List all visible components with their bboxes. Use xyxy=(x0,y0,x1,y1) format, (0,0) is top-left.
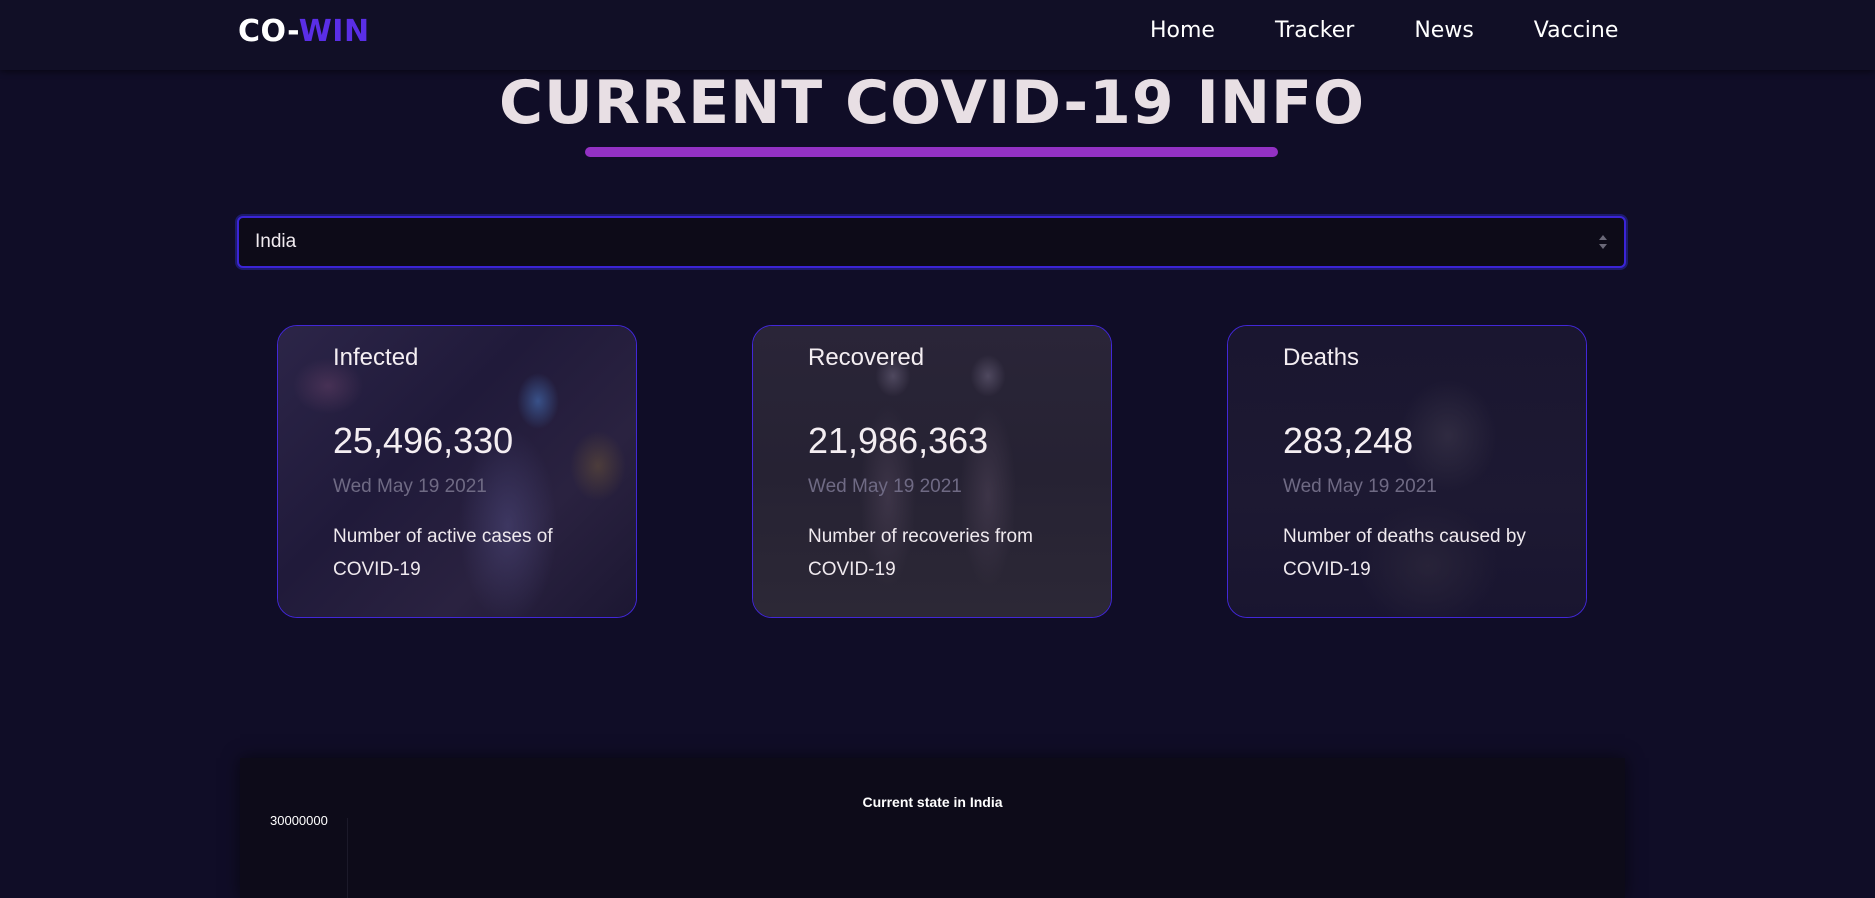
card-description: Number of deaths caused by COVID-19 xyxy=(1283,526,1526,580)
chart-y-axis xyxy=(347,818,348,898)
chart-y-tick-label: 30000000 xyxy=(270,813,328,828)
nav-link-news[interactable]: News xyxy=(1414,18,1473,43)
country-select-value: India xyxy=(255,231,297,252)
chart-title: Current state in India xyxy=(862,794,1003,810)
nav-link-vaccine[interactable]: Vaccine xyxy=(1534,18,1619,43)
card-title: Deaths xyxy=(1283,344,1360,371)
card-infected: Infected 25,496,330 Wed May 19 2021 Numb… xyxy=(277,325,637,618)
nav-links: Home Tracker News Vaccine xyxy=(1150,18,1618,43)
card-value: 283,248 xyxy=(1283,420,1414,461)
nav-link-home[interactable]: Home xyxy=(1150,18,1215,43)
card-description: Number of recoveries from COVID-19 xyxy=(808,526,1033,580)
nav-link-tracker[interactable]: Tracker xyxy=(1275,18,1354,43)
card-description: Number of active cases of COVID-19 xyxy=(333,526,553,580)
card-value: 21,986,363 xyxy=(808,420,989,461)
card-title: Infected xyxy=(333,344,419,371)
country-select[interactable]: India xyxy=(237,216,1626,268)
select-arrows-icon xyxy=(1598,234,1608,250)
brand-logo-part2: WIN xyxy=(298,14,370,49)
title-underline xyxy=(585,147,1278,157)
top-navbar: CO-WIN Home Tracker News Vaccine xyxy=(0,0,1875,70)
card-deaths: Deaths 283,248 Wed May 19 2021 Number of… xyxy=(1227,325,1587,618)
card-date: Wed May 19 2021 xyxy=(808,476,962,497)
card-date: Wed May 19 2021 xyxy=(1283,476,1437,497)
card-date: Wed May 19 2021 xyxy=(333,476,487,497)
brand-logo-part1: CO- xyxy=(238,14,299,49)
brand-logo[interactable]: CO-WIN xyxy=(238,14,370,49)
page-title: CURRENT COVID-19 INFO xyxy=(498,68,1366,138)
card-title: Recovered xyxy=(808,344,925,371)
card-recovered: Recovered 21,986,363 Wed May 19 2021 Num… xyxy=(752,325,1112,618)
card-value: 25,496,330 xyxy=(333,420,514,461)
chart-panel: Current state in India 30000000 xyxy=(240,758,1625,898)
